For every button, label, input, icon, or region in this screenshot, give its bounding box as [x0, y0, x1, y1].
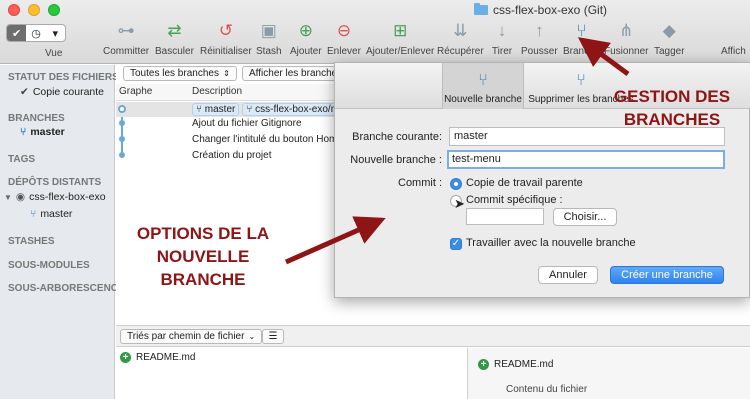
annotation-new-branch-options: OPTIONS DE LA NOUVELLE BRANCHE — [136, 224, 270, 289]
arrow-to-branch-button — [577, 37, 630, 77]
annotation-arrows — [284, 37, 630, 265]
arrow-to-options — [284, 216, 386, 265]
annotation-branch-management: GESTION DES BRANCHES — [613, 87, 731, 129]
